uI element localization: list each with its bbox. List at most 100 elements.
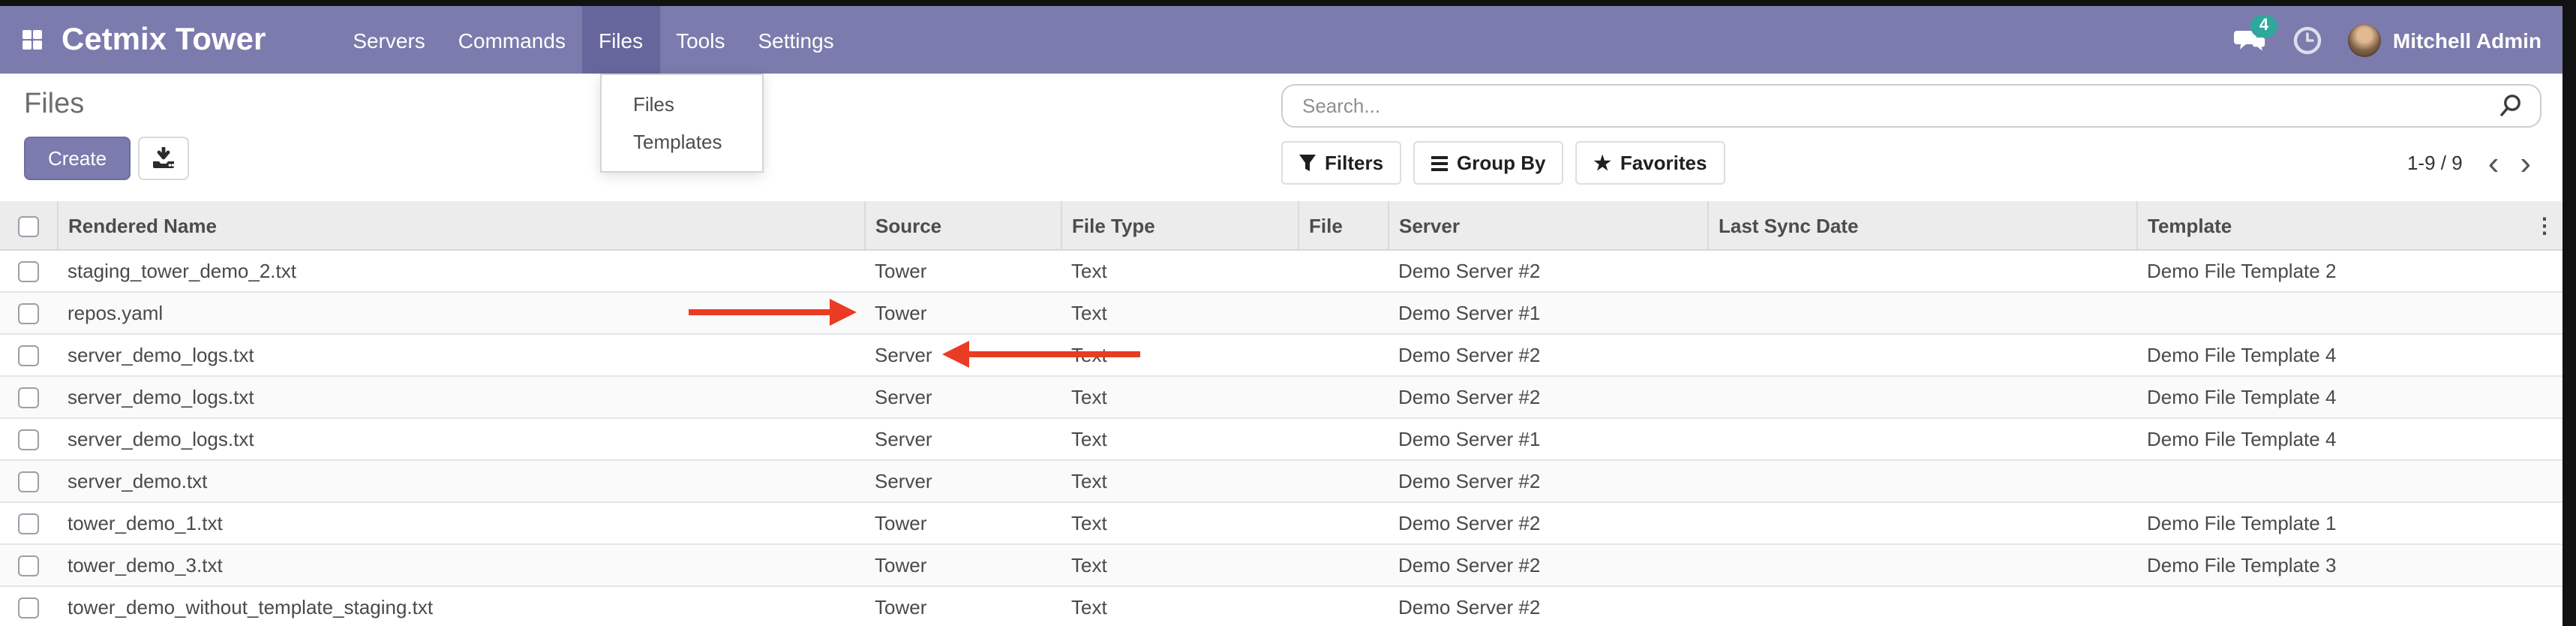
cell-template[interactable]	[2136, 292, 2562, 334]
cell-template[interactable]: Demo File Template 4	[2136, 376, 2562, 418]
cell-server[interactable]: Demo Server #2	[1388, 250, 1707, 292]
cell-rendered-name[interactable]: server_demo_logs.txt	[57, 418, 864, 460]
search-input[interactable]	[1299, 93, 2498, 119]
cell-last-sync-date[interactable]	[1707, 586, 2136, 626]
cell-server[interactable]: Demo Server #2	[1388, 544, 1707, 586]
column-header-server[interactable]: Server	[1388, 201, 1707, 250]
column-header-last-sync-date[interactable]: Last Sync Date	[1707, 201, 2136, 250]
cell-rendered-name[interactable]: tower_demo_without_template_staging.txt	[57, 586, 864, 626]
cell-source[interactable]: Server	[864, 460, 1061, 502]
chevron-left-icon[interactable]	[2478, 148, 2510, 178]
cell-server[interactable]: Demo Server #2	[1388, 460, 1707, 502]
cell-file-type[interactable]: Text	[1061, 250, 1298, 292]
cell-last-sync-date[interactable]	[1707, 376, 2136, 418]
cell-source[interactable]: Server	[864, 376, 1061, 418]
nav-item-servers[interactable]: Servers	[336, 6, 441, 74]
cell-template[interactable]	[2136, 586, 2562, 626]
cell-last-sync-date[interactable]	[1707, 292, 2136, 334]
row-checkbox[interactable]	[18, 514, 39, 535]
column-header-rendered-name[interactable]: Rendered Name	[57, 201, 864, 250]
cell-source[interactable]: Tower	[864, 586, 1061, 626]
row-checkbox[interactable]	[18, 472, 39, 493]
column-header-source[interactable]: Source	[864, 201, 1061, 250]
dropdown-item-templates[interactable]: Templates	[602, 123, 762, 161]
dropdown-item-files[interactable]: Files	[602, 86, 762, 123]
cell-file[interactable]	[1298, 292, 1388, 334]
cell-source[interactable]: Tower	[864, 250, 1061, 292]
cell-server[interactable]: Demo Server #2	[1388, 586, 1707, 626]
ellipsis-icon[interactable]	[2534, 213, 2555, 237]
row-checkbox[interactable]	[18, 388, 39, 409]
cell-last-sync-date[interactable]	[1707, 460, 2136, 502]
table-row[interactable]: tower_demo_3.txt Tower Text Demo Server …	[0, 544, 2562, 586]
table-row[interactable]: repos.yaml Tower Text Demo Server #1	[0, 292, 2562, 334]
nav-item-settings[interactable]: Settings	[741, 6, 850, 74]
cell-file[interactable]	[1298, 586, 1388, 626]
column-header-template[interactable]: Template	[2136, 201, 2562, 250]
cell-source[interactable]: Tower	[864, 292, 1061, 334]
cell-last-sync-date[interactable]	[1707, 250, 2136, 292]
cell-server[interactable]: Demo Server #2	[1388, 376, 1707, 418]
nav-item-files[interactable]: Files	[582, 6, 659, 74]
filters-button[interactable]: Filters	[1281, 141, 1401, 185]
column-header-file-type[interactable]: File Type	[1061, 201, 1298, 250]
cell-file-type[interactable]: Text	[1061, 376, 1298, 418]
nav-item-commands[interactable]: Commands	[442, 6, 582, 74]
cell-file[interactable]	[1298, 250, 1388, 292]
cell-source[interactable]: Tower	[864, 502, 1061, 544]
cell-file[interactable]	[1298, 418, 1388, 460]
cell-template[interactable]: Demo File Template 1	[2136, 502, 2562, 544]
table-row[interactable]: server_demo_logs.txt Server Text Demo Se…	[0, 418, 2562, 460]
cell-source[interactable]: Server	[864, 418, 1061, 460]
cell-file-type[interactable]: Text	[1061, 544, 1298, 586]
row-checkbox[interactable]	[18, 262, 39, 283]
cell-server[interactable]: Demo Server #1	[1388, 292, 1707, 334]
row-checkbox[interactable]	[18, 556, 39, 577]
activities-button[interactable]	[2292, 25, 2322, 55]
chevron-right-icon[interactable]	[2509, 148, 2541, 178]
cell-file[interactable]	[1298, 460, 1388, 502]
cell-last-sync-date[interactable]	[1707, 502, 2136, 544]
cell-file-type[interactable]: Text	[1061, 292, 1298, 334]
cell-file[interactable]	[1298, 502, 1388, 544]
cell-last-sync-date[interactable]	[1707, 544, 2136, 586]
cell-template[interactable]: Demo File Template 3	[2136, 544, 2562, 586]
create-button[interactable]: Create	[24, 137, 131, 180]
cell-rendered-name[interactable]: server_demo.txt	[57, 460, 864, 502]
table-row[interactable]: tower_demo_without_template_staging.txt …	[0, 586, 2562, 626]
cell-rendered-name[interactable]: server_demo_logs.txt	[57, 376, 864, 418]
cell-server[interactable]: Demo Server #2	[1388, 502, 1707, 544]
cell-file-type[interactable]: Text	[1061, 502, 1298, 544]
table-row[interactable]: staging_tower_demo_2.txt Tower Text Demo…	[0, 250, 2562, 292]
cell-template[interactable]	[2136, 460, 2562, 502]
table-row[interactable]: server_demo.txt Server Text Demo Server …	[0, 460, 2562, 502]
cell-file[interactable]	[1298, 544, 1388, 586]
cell-file-type[interactable]: Text	[1061, 586, 1298, 626]
cell-rendered-name[interactable]: staging_tower_demo_2.txt	[57, 250, 864, 292]
messages-button[interactable]: 4	[2232, 25, 2267, 55]
column-header-file[interactable]: File	[1298, 201, 1388, 250]
row-checkbox[interactable]	[18, 430, 39, 451]
favorites-button[interactable]: Favorites	[1576, 141, 1725, 185]
user-menu-button[interactable]: Mitchell Admin	[2348, 23, 2541, 56]
cell-source[interactable]: Tower	[864, 544, 1061, 586]
cell-rendered-name[interactable]: server_demo_logs.txt	[57, 334, 864, 376]
cell-template[interactable]: Demo File Template 2	[2136, 250, 2562, 292]
cell-rendered-name[interactable]: tower_demo_3.txt	[57, 544, 864, 586]
magnifier-icon[interactable]	[2498, 93, 2523, 119]
group-by-button[interactable]: Group By	[1413, 141, 1563, 185]
table-row[interactable]: server_demo_logs.txt Server Text Demo Se…	[0, 334, 2562, 376]
table-row[interactable]: server_demo_logs.txt Server Text Demo Se…	[0, 376, 2562, 418]
cell-file-type[interactable]: Text	[1061, 460, 1298, 502]
cell-server[interactable]: Demo Server #2	[1388, 334, 1707, 376]
cell-rendered-name[interactable]: tower_demo_1.txt	[57, 502, 864, 544]
export-button[interactable]	[138, 137, 189, 180]
cell-server[interactable]: Demo Server #1	[1388, 418, 1707, 460]
nav-item-tools[interactable]: Tools	[659, 6, 741, 74]
cell-last-sync-date[interactable]	[1707, 418, 2136, 460]
apps-menu-button[interactable]	[0, 6, 45, 74]
table-row[interactable]: tower_demo_1.txt Tower Text Demo Server …	[0, 502, 2562, 544]
select-all-checkbox[interactable]	[18, 216, 39, 237]
cell-last-sync-date[interactable]	[1707, 334, 2136, 376]
cell-file[interactable]	[1298, 376, 1388, 418]
